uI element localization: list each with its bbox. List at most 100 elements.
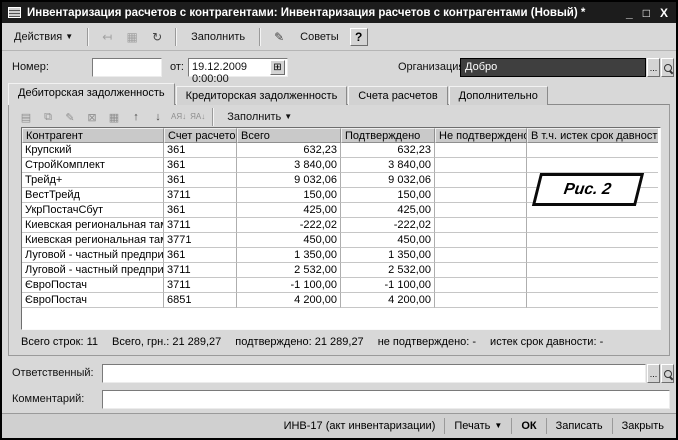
table-cell: 9 032,06 [341,173,435,188]
window-icon [8,7,21,18]
table-cell: 361 [164,203,237,218]
table-cell [435,158,527,173]
button-separator [511,418,512,434]
inv17-button[interactable]: ИНВ-17 (акт инвентаризации) [276,417,444,435]
move-down-icon[interactable]: ↓ [149,109,167,125]
close-document-button[interactable]: Закрыть [614,417,672,435]
table-cell: ВестТрейд [22,188,164,203]
ok-button[interactable]: ОК [513,417,544,435]
column-header[interactable]: Счет расчетов [164,128,237,143]
tab-accounts[interactable]: Счета расчетов [348,86,447,105]
chevron-down-icon: ▼ [65,33,73,41]
print-button[interactable]: Печать ▼ [446,417,510,435]
tab-credit[interactable]: Кредиторская задолженность [176,86,348,105]
maximize-button[interactable]: □ [643,6,650,20]
toolbar-separator [87,28,89,46]
copy-row-icon[interactable]: ⧉ [39,109,57,125]
table-cell [435,218,527,233]
table-cell: Киевская региональная там... [22,218,164,233]
column-header[interactable]: Контрагент [22,128,164,143]
table-cell [435,143,527,158]
organization-ellipsis-button[interactable]: ... [647,58,660,77]
organization-search-button[interactable] [661,58,674,77]
back-icon[interactable]: ↤ [97,27,117,47]
table-cell: 4 200,00 [341,293,435,308]
table-cell: УкрПостачСбут [22,203,164,218]
grid-header-row: Контрагент Счет расчетов Всего Подтвержд… [22,128,660,143]
tab-additional[interactable]: Дополнительно [449,86,548,105]
table-cell: Крупский [22,143,164,158]
app-window: Инвентаризация расчетов с контрагентами:… [0,0,678,440]
button-separator [546,418,547,434]
toolbar-separator [259,28,261,46]
contractors-grid: Контрагент Счет расчетов Всего Подтвержд… [21,127,661,330]
grid-fill-button[interactable]: Заполнить ▼ [221,107,298,127]
table-cell [527,263,658,278]
sort-asc-icon[interactable]: АЯ↓ [171,113,186,121]
structure-icon[interactable]: ▦ [122,27,142,47]
table-cell: 450,00 [237,233,341,248]
table-cell: 3711 [164,263,237,278]
total-rows: Всего строк: 11 [21,336,98,348]
table-cell: -222,02 [237,218,341,233]
comment-label: Комментарий: [12,389,84,409]
date-input[interactable]: 19.12.2009 0:00:00 ⊞ [188,58,288,77]
sort-desc-icon[interactable]: ЯА↓ [190,113,205,121]
window-title: Инвентаризация расчетов с контрагентами:… [27,7,620,19]
actions-menu-button[interactable]: Действия ▼ [8,27,79,47]
tab-panel: ▤ ⧉ ✎ ⊠ ▦ ↑ ↓ АЯ↓ ЯА↓ Заполнить ▼ Контра… [8,104,670,356]
magnifier-icon [664,370,672,378]
help-button[interactable]: ? [350,28,368,46]
save-button[interactable]: Записать [548,417,611,435]
table-cell: 361 [164,158,237,173]
grid-body: Крупский361632,23632,23СтройКомплект3613… [22,143,660,308]
table-row[interactable]: Киевская региональная там...3711-222,02-… [22,218,660,233]
column-header[interactable]: Не подтверждено [435,128,527,143]
responsible-input[interactable] [102,364,646,383]
responsible-search-button[interactable] [661,364,674,383]
table-cell [435,203,527,218]
table-cell [527,293,658,308]
organization-label: Организация: [398,57,467,77]
close-button[interactable]: X [660,6,668,20]
organization-input[interactable]: Добро [460,58,646,77]
minimize-button[interactable]: _ [626,6,633,20]
table-cell: ЄвроПостач [22,278,164,293]
print-label: Печать [454,420,490,432]
table-row[interactable]: ЄвроПостач68514 200,004 200,00 [22,293,660,308]
table-cell: 3711 [164,278,237,293]
column-header[interactable]: Всего [237,128,341,143]
move-up-icon[interactable]: ↑ [127,109,145,125]
figure-label: Рис. 2 [563,181,613,199]
number-input[interactable] [92,58,162,77]
tips-button[interactable]: Советы [294,27,344,47]
table-cell [527,218,658,233]
table-row[interactable]: Крупский361632,23632,23 [22,143,660,158]
date-value: 19.12.2009 0:00:00 [192,61,247,85]
column-header[interactable]: Подтверждено [341,128,435,143]
end-edit-icon[interactable]: ▦ [105,109,123,125]
responsible-ellipsis-button[interactable]: ... [647,364,660,383]
edit-row-icon[interactable]: ✎ [61,109,79,125]
calendar-icon[interactable]: ⊞ [270,60,285,75]
table-cell: 425,00 [237,203,341,218]
fill-button[interactable]: Заполнить [185,27,251,47]
table-cell: 361 [164,173,237,188]
refresh-icon[interactable]: ↻ [147,27,167,47]
delete-row-icon[interactable]: ⊠ [83,109,101,125]
add-row-icon[interactable]: ▤ [17,109,35,125]
comment-input[interactable] [102,390,670,409]
table-cell: -1 100,00 [341,278,435,293]
tab-debit[interactable]: Дебиторская задолженность [8,83,175,105]
table-cell: Трейд+ [22,173,164,188]
table-row[interactable]: Луговой - частный предприн...37112 532,0… [22,263,660,278]
table-row[interactable]: ЄвроПостач3711-1 100,00-1 100,00 [22,278,660,293]
grid-fill-label: Заполнить [227,111,281,123]
total-expired: истек срок давности: - [490,336,603,348]
column-header[interactable]: В т.ч. истек срок давности [527,128,658,143]
table-row[interactable]: СтройКомплект3613 840,003 840,00 [22,158,660,173]
table-cell: 361 [164,143,237,158]
table-cell: СтройКомплект [22,158,164,173]
table-row[interactable]: Луговой - частный предприн...3611 350,00… [22,248,660,263]
table-row[interactable]: Киевская региональная там...3771450,0045… [22,233,660,248]
